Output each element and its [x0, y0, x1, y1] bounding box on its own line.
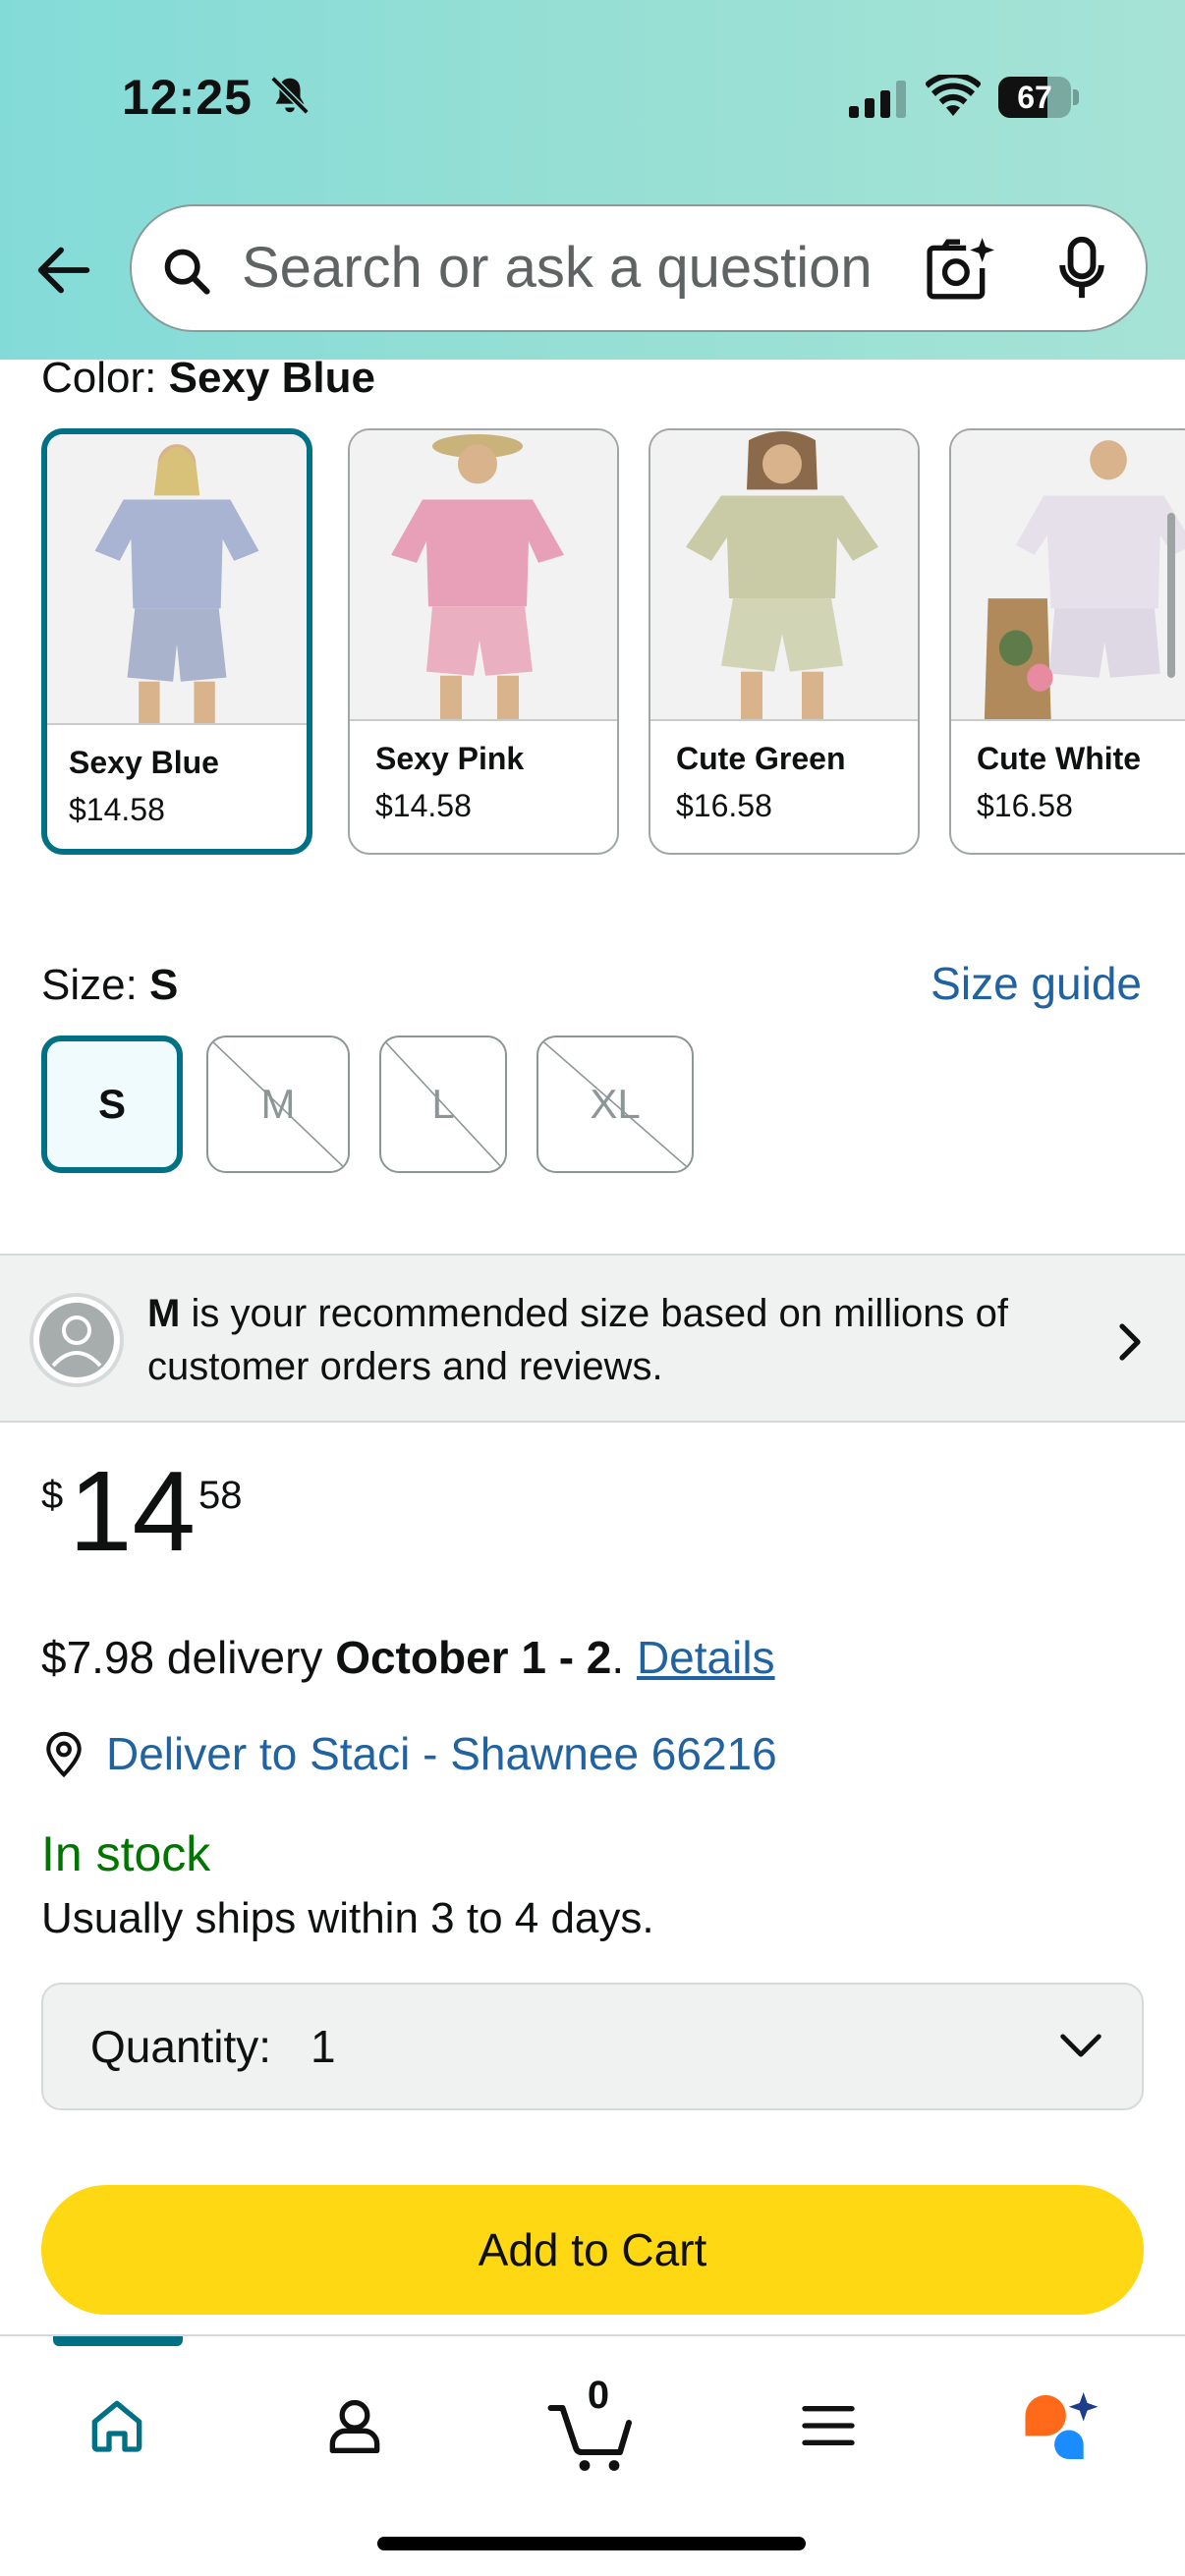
- camera-lens-icon[interactable]: [926, 236, 994, 301]
- selected-size: S: [149, 961, 179, 1009]
- chevron-down-icon: [1060, 2034, 1101, 2057]
- delivery-dates: October 1 - 2: [335, 1632, 612, 1683]
- stock-status: In stock: [41, 1826, 211, 1881]
- quantity-value: 1: [310, 2021, 336, 2072]
- price-currency: $: [41, 1474, 64, 1517]
- swatch-price: $16.58: [676, 788, 772, 823]
- product-image: [350, 430, 617, 721]
- nav-home[interactable]: [63, 2372, 171, 2480]
- swatch-price: $16.58: [977, 788, 1073, 823]
- unavailable-strike: [381, 1037, 505, 1171]
- recommendation-text: M is your recommended size based on mill…: [147, 1292, 1008, 1388]
- unavailable-strike: [208, 1037, 348, 1171]
- size-recommendation-banner[interactable]: M is your recommended size based on mill…: [0, 1254, 1185, 1423]
- delivery-info: $7.98 delivery October 1 - 2. Details: [41, 1632, 775, 1683]
- wifi-icon: [926, 75, 981, 116]
- size-option-m-unavailable[interactable]: M: [206, 1036, 350, 1173]
- swatch-name: Cute White: [977, 741, 1142, 776]
- swatch-name: Sexy Blue: [69, 745, 219, 780]
- chevron-right-icon: [1119, 1323, 1141, 1361]
- deliver-to-text: Deliver to Staci - Shawnee 66216: [106, 1728, 777, 1779]
- selected-color: Sexy Blue: [168, 354, 375, 402]
- size-guide-link[interactable]: Size guide: [931, 957, 1142, 1010]
- cellular-signal-icon: [849, 81, 906, 118]
- add-to-cart-button[interactable]: Add to Cart: [41, 2185, 1144, 2315]
- swatch-name: Sexy Pink: [375, 741, 525, 776]
- swatch-price: $14.58: [375, 788, 472, 823]
- quantity-selector[interactable]: Quantity: 1: [41, 1983, 1144, 2110]
- color-swatch-cute-green[interactable]: Cute Green $16.58: [649, 428, 920, 855]
- search-bar[interactable]: [130, 204, 1148, 332]
- size-option-xl-unavailable[interactable]: XL: [536, 1036, 694, 1173]
- battery-level: 67: [1017, 80, 1052, 115]
- menu-icon: [802, 2406, 855, 2445]
- active-tab-indicator: [53, 2336, 183, 2346]
- quantity-label: Quantity:: [90, 2021, 272, 2072]
- avatar: [29, 1293, 124, 1387]
- swatch-name: Cute Green: [676, 741, 846, 776]
- app-header: 12:25 67: [0, 0, 1185, 360]
- delivery-details-link[interactable]: Details: [637, 1632, 775, 1683]
- product-image: [47, 434, 307, 725]
- color-swatch-sexy-pink[interactable]: Sexy Pink $14.58: [348, 428, 619, 855]
- location-pin-icon: [46, 1731, 82, 1778]
- color-swatch-sexy-blue[interactable]: Sexy Blue $14.58: [41, 428, 312, 855]
- shipping-estimate: Usually ships within 3 to 4 days.: [41, 1894, 654, 1942]
- size-label: Size: S: [41, 961, 179, 1009]
- nav-cart[interactable]: 0: [536, 2372, 645, 2480]
- battery-icon: 67: [998, 77, 1079, 118]
- color-swatch-cute-white[interactable]: Cute White $16.58: [949, 428, 1185, 855]
- size-option-l-unavailable[interactable]: L: [379, 1036, 507, 1173]
- price-fraction: 58: [198, 1474, 243, 1517]
- product-image: [650, 430, 918, 721]
- size-option-s[interactable]: S: [41, 1036, 183, 1173]
- account-icon: [329, 2399, 380, 2453]
- cart-count-badge: 0: [587, 2374, 610, 2417]
- nav-rufus-assistant[interactable]: [1006, 2372, 1114, 2480]
- price-whole: 14: [69, 1447, 197, 1575]
- nav-menu[interactable]: [774, 2372, 882, 2480]
- scroll-indicator[interactable]: [1167, 513, 1175, 678]
- status-time: 12:25: [122, 70, 253, 125]
- search-icon: [164, 249, 210, 295]
- unavailable-strike: [538, 1037, 692, 1171]
- home-icon: [91, 2400, 142, 2452]
- silent-mode-icon: [270, 76, 310, 115]
- home-indicator: [377, 2537, 806, 2550]
- rufus-assistant-icon: [1025, 2391, 1099, 2460]
- microphone-icon[interactable]: [1057, 236, 1106, 303]
- swatch-price: $14.58: [69, 792, 165, 827]
- back-arrow-icon[interactable]: [29, 236, 98, 305]
- color-label: Color: Sexy Blue: [41, 354, 375, 402]
- nav-account[interactable]: [301, 2372, 409, 2480]
- product-image: [951, 430, 1185, 721]
